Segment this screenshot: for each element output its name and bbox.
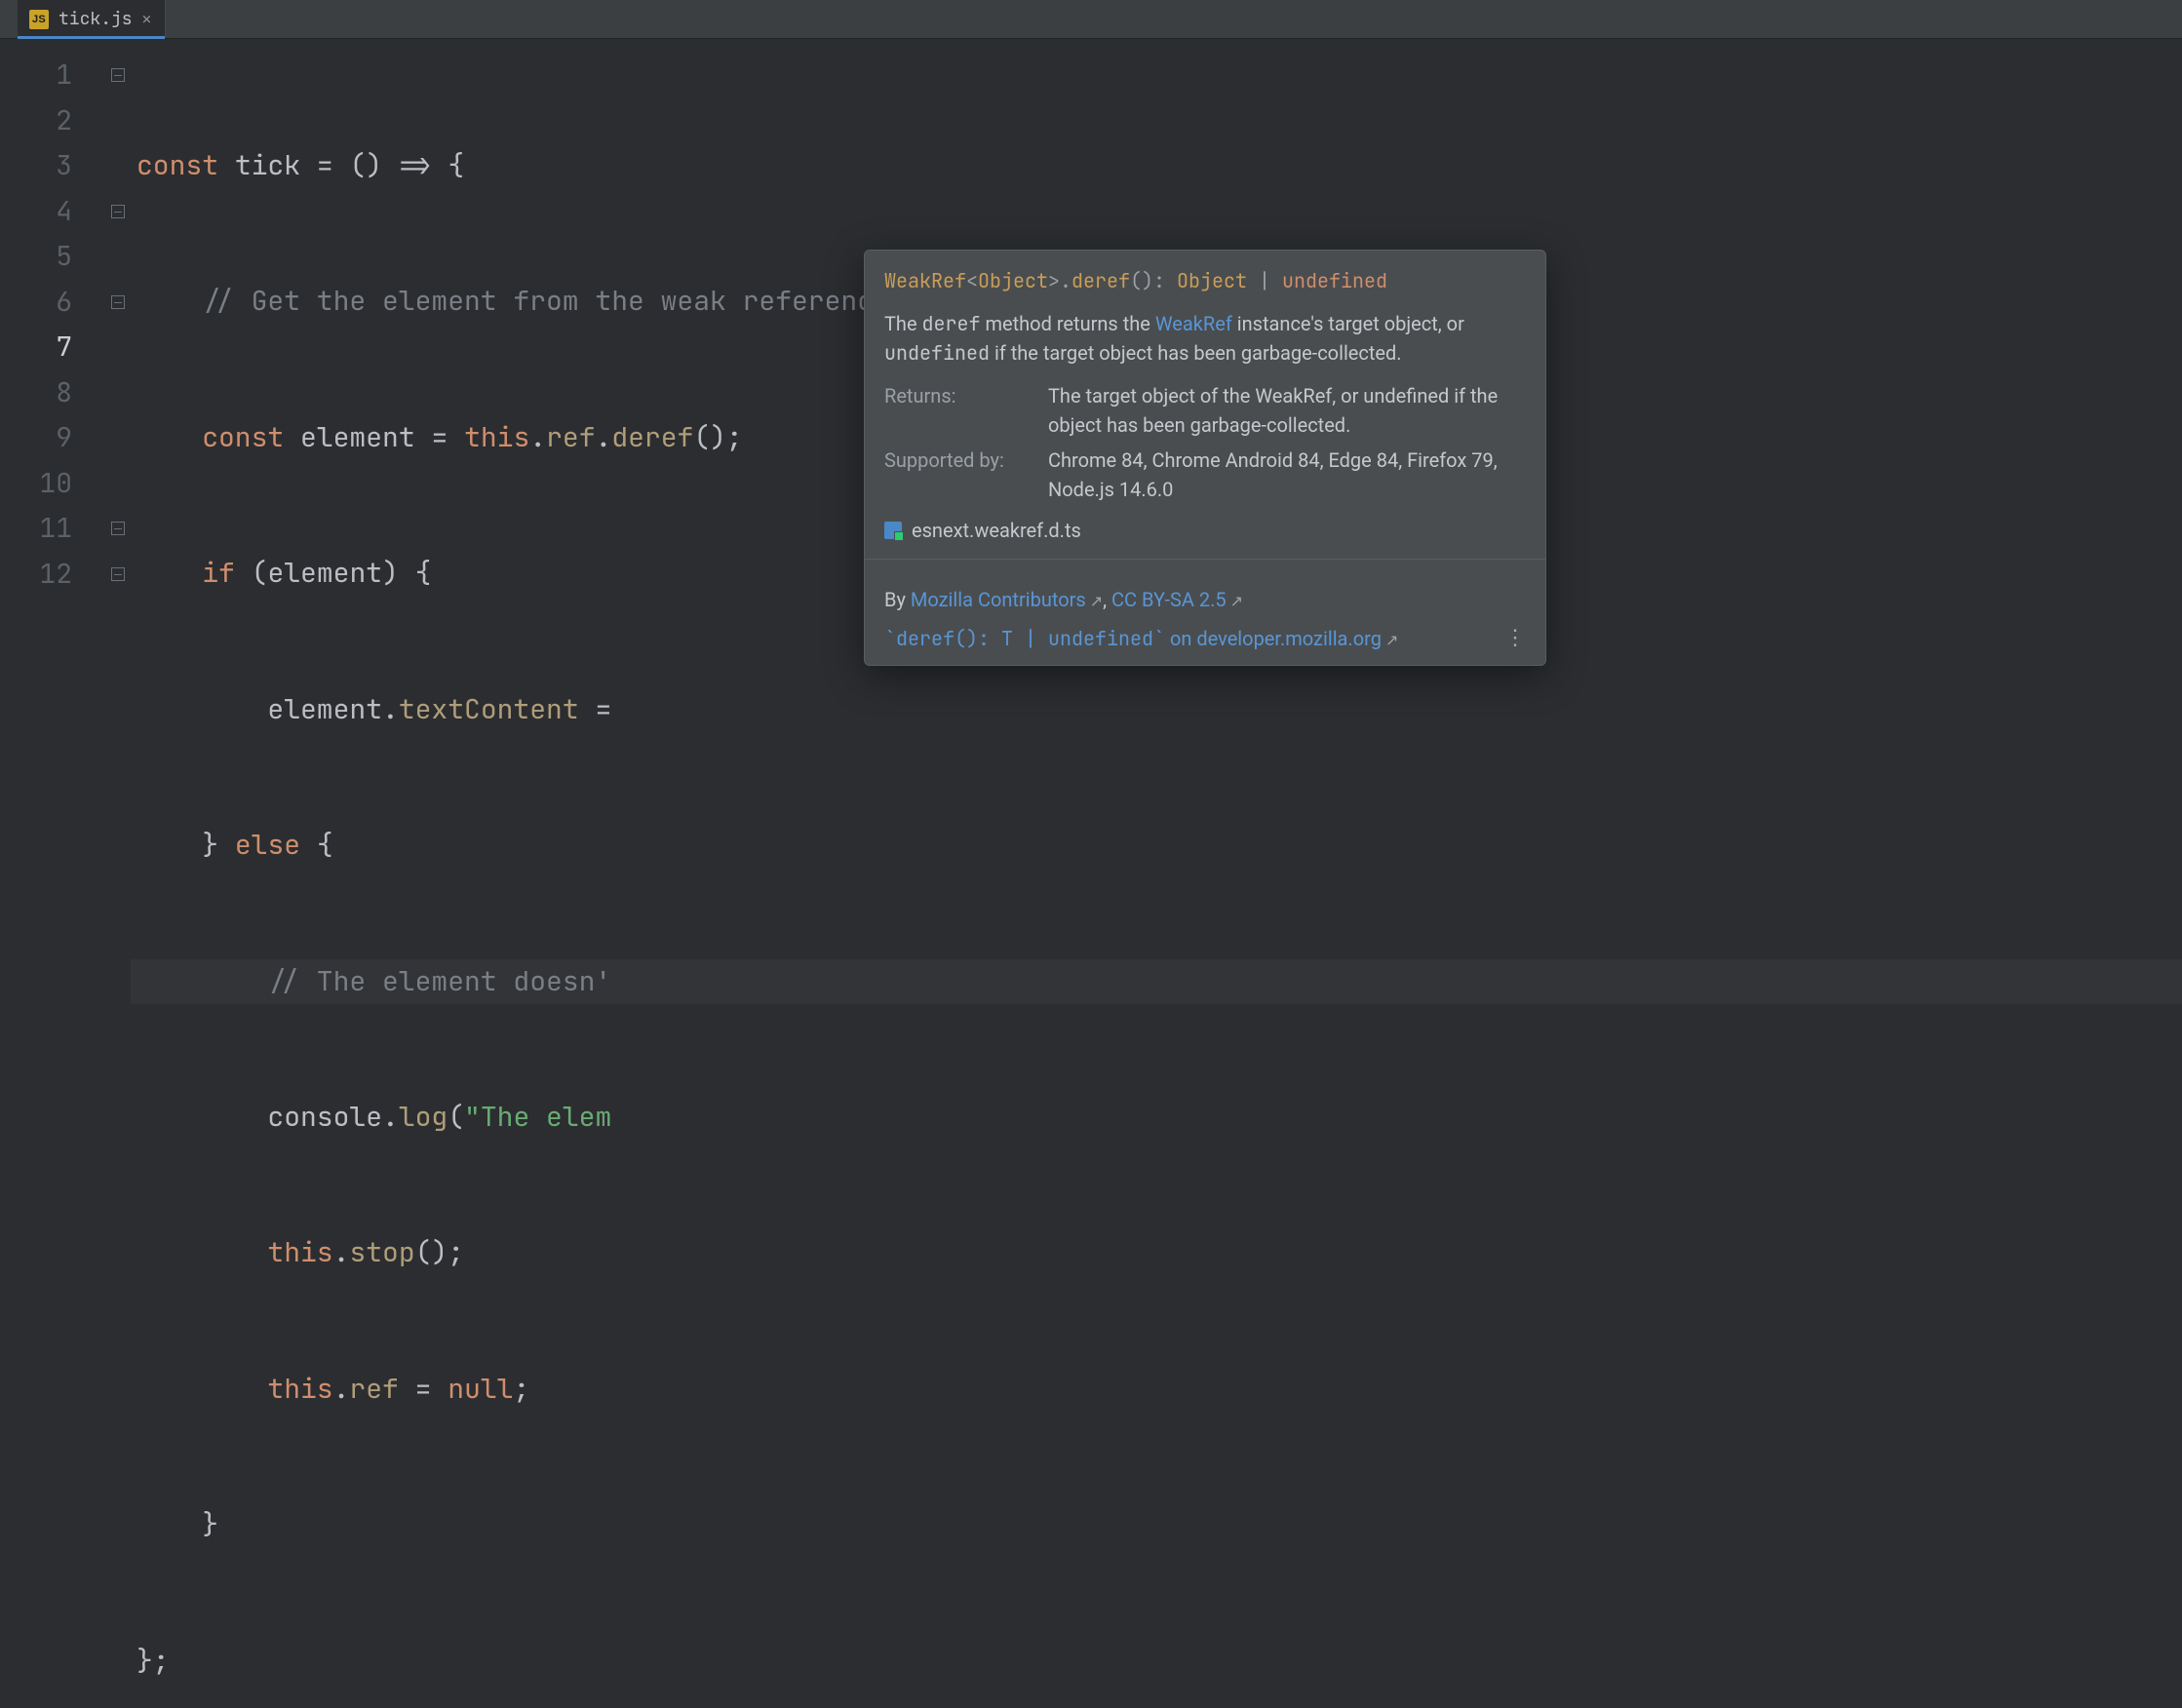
line-number: 2 <box>0 98 105 144</box>
external-link-icon: ↗ <box>1090 592 1103 610</box>
token-method: stop <box>349 1230 414 1275</box>
tabbar-leading-pad <box>0 0 18 38</box>
fold-toggle-icon[interactable] <box>111 522 125 535</box>
line-number: 5 <box>0 234 105 280</box>
token-identifier: element <box>300 415 415 460</box>
sig-method: deref <box>1072 268 1130 293</box>
line-number: 1 <box>0 53 105 98</box>
fold-gutter <box>105 39 131 854</box>
code-line-current[interactable]: // The element doesn' <box>131 959 2182 1005</box>
editor-tab-active[interactable]: JS tick.js ✕ <box>18 0 166 38</box>
supported-by-value: Chrome 84, Chrome Android 84, Edge 84, F… <box>1048 446 1526 504</box>
doc-footer: `deref(): T | undefined` on developer.mo… <box>865 614 1545 653</box>
line-number-current: 7 <box>0 325 105 370</box>
fold-toggle-icon[interactable] <box>111 205 125 218</box>
close-tab-icon[interactable]: ✕ <box>142 12 152 27</box>
fold-toggle-icon[interactable] <box>111 68 125 82</box>
dts-file-icon <box>884 522 902 539</box>
code-line[interactable]: console.log("The elem <box>131 1095 2182 1141</box>
token-keyword: const <box>136 143 218 188</box>
token-identifier: element <box>267 687 382 732</box>
doc-link-weakref[interactable]: WeakRef <box>1155 312 1232 335</box>
doc-signature: WeakRef<Object>.deref(): Object | undefi… <box>865 266 1545 295</box>
code-line[interactable]: const tick = () => { <box>131 143 2182 189</box>
supported-by-label: Supported by: <box>884 446 1031 504</box>
line-number: 10 <box>0 461 105 507</box>
line-number: 8 <box>0 370 105 416</box>
line-number: 11 <box>0 506 105 552</box>
code-line[interactable]: this.stop(); <box>131 1230 2182 1276</box>
js-badge: JS <box>29 10 49 29</box>
line-number: 6 <box>0 280 105 326</box>
sig-type: WeakRef <box>884 268 966 293</box>
token-method: deref <box>611 415 693 460</box>
mozilla-contributors-link[interactable]: Mozilla Contributors <box>911 588 1086 611</box>
external-link-icon: ↗ <box>1385 631 1398 649</box>
mdn-host-link[interactable]: developer.mozilla.org <box>1196 627 1382 650</box>
token-identifier: element <box>267 551 382 596</box>
token-comment: // The element doesn' <box>267 959 611 1004</box>
line-number-gutter: 1 2 3 4 5 6 7 8 9 10 11 12 <box>0 39 105 854</box>
doc-description: The deref method returns the WeakRef ins… <box>865 295 1545 368</box>
code-line[interactable]: this.ref = null; <box>131 1367 2182 1413</box>
editor-tab-bar: JS tick.js ✕ <box>0 0 2182 39</box>
quick-documentation-popup[interactable]: WeakRef<Object>.deref(): Object | undefi… <box>864 250 1546 666</box>
returns-label: Returns: <box>884 381 1031 440</box>
token-identifier: console <box>267 1095 382 1140</box>
doc-attribution: By Mozilla Contributors↗, CC BY-SA 2.5↗ <box>865 573 1545 614</box>
fold-toggle-icon[interactable] <box>111 567 125 581</box>
code-line[interactable]: } <box>131 1502 2182 1548</box>
line-number: 3 <box>0 143 105 189</box>
popup-more-actions-icon[interactable]: ⋮ <box>1497 624 1534 653</box>
code-line[interactable]: element.textContent = <box>131 687 2182 733</box>
editor-tab-filename: tick.js <box>58 8 133 30</box>
code-line[interactable]: }; <box>131 1639 2182 1685</box>
definition-file-row[interactable]: esnext.weakref.d.ts <box>865 504 1545 545</box>
external-link-icon: ↗ <box>1230 592 1243 610</box>
license-link[interactable]: CC BY-SA 2.5 <box>1111 588 1227 611</box>
inline-code: deref <box>922 311 981 336</box>
token-property: ref <box>546 415 595 460</box>
inline-code: undefined <box>884 340 990 366</box>
line-number: 12 <box>0 552 105 598</box>
token-method: log <box>399 1095 448 1140</box>
token-keyword: const <box>202 415 284 460</box>
token-string: "The elem <box>464 1095 611 1140</box>
token-keyword: if <box>202 551 235 596</box>
javascript-file-icon: JS <box>29 10 49 29</box>
popup-separator <box>865 559 1545 560</box>
fold-toggle-icon[interactable] <box>111 295 125 309</box>
token-keyword: null <box>448 1367 513 1412</box>
line-number: 4 <box>0 189 105 235</box>
line-number: 9 <box>0 415 105 461</box>
token-keyword: this <box>267 1367 332 1412</box>
token-keyword: this <box>267 1230 332 1275</box>
token-keyword: else <box>235 823 300 868</box>
token-identifier: tick <box>235 143 300 188</box>
definition-file-name: esnext.weakref.d.ts <box>912 516 1081 545</box>
code-line[interactable]: } else { <box>131 823 2182 869</box>
token-property: textContent <box>399 687 579 732</box>
doc-details: Returns: The target object of the WeakRe… <box>865 368 1545 504</box>
mdn-link-row[interactable]: `deref(): T | undefined` on developer.mo… <box>884 624 1398 653</box>
token-keyword: this <box>464 415 529 460</box>
returns-value: The target object of the WeakRef, or und… <box>1048 381 1526 440</box>
token-property: ref <box>349 1367 398 1412</box>
mdn-signature: `deref(): T | undefined` <box>884 626 1165 651</box>
